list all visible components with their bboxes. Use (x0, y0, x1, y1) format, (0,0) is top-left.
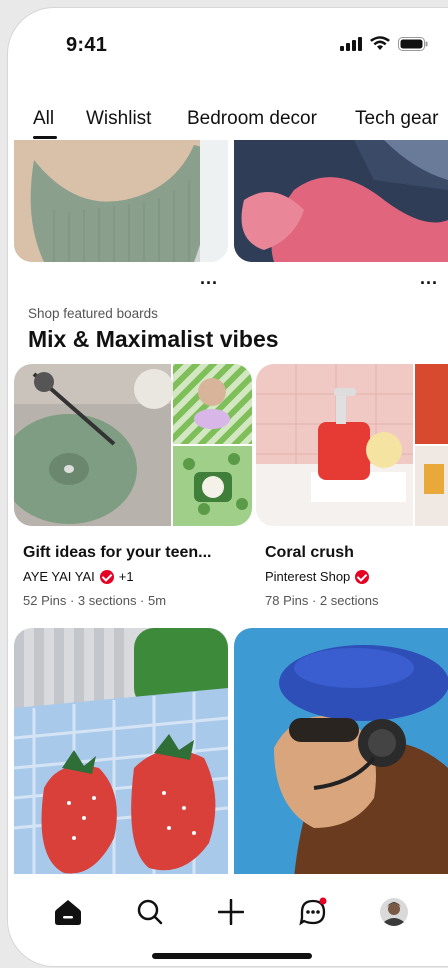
pin-image (234, 628, 448, 878)
pin-more-button-right[interactable]: ... (420, 268, 438, 289)
board-collage-image (256, 364, 448, 526)
status-icons (340, 36, 428, 51)
pin-headphones-portrait[interactable] (234, 628, 448, 878)
messages-icon[interactable] (293, 892, 333, 932)
owner-extra: +1 (118, 569, 134, 584)
battery-icon (398, 36, 428, 51)
board-title-coral-crush[interactable]: Coral crush (265, 544, 354, 562)
tab-active-indicator (33, 136, 57, 139)
pin-image (234, 140, 448, 262)
signal-icon (340, 36, 362, 51)
owner-name: AYE YAI YAI (23, 569, 95, 584)
pin-pink-sweater[interactable] (234, 140, 448, 262)
avatar[interactable] (374, 892, 414, 932)
tab-bedroom-decor[interactable]: Bedroom decor (187, 108, 317, 130)
board-collage-coral-crush[interactable] (256, 364, 448, 526)
profile-avatar-icon (380, 898, 408, 926)
section-label: Shop featured boards (28, 306, 158, 321)
verified-badge-icon (99, 569, 114, 584)
board-owner-aye-yai-yai[interactable]: AYE YAI YAI +1 (23, 569, 134, 584)
home-indicator (152, 953, 312, 959)
verified-badge-icon (355, 569, 370, 584)
tab-tech-gear[interactable]: Tech gear (355, 108, 438, 130)
board-meta-coral-crush: 78 Pins · 2 sections (265, 593, 379, 608)
board-collage-gift-ideas[interactable] (14, 364, 252, 526)
board-title-gift-ideas[interactable]: Gift ideas for your teen... (23, 544, 211, 562)
pin-strawberry-pouch[interactable] (14, 628, 228, 878)
search-icon[interactable] (130, 892, 170, 932)
home-icon (55, 900, 81, 925)
wifi-icon (370, 36, 390, 50)
messages-icon (299, 897, 327, 926)
board-collage-image (14, 364, 252, 526)
phone-screen: 9:41 All Wishlist Bedroom decor Tech gea… (8, 8, 448, 966)
pin-image (14, 628, 228, 878)
tab-wishlist[interactable]: Wishlist (86, 108, 151, 130)
status-bar: 9:41 (8, 8, 448, 78)
board-owner-pinterest-shop[interactable]: Pinterest Shop (265, 569, 370, 584)
pin-more-button-left[interactable]: ... (200, 268, 218, 289)
home-icon[interactable] (48, 892, 88, 932)
board-meta-gift-ideas: 52 Pins · 3 sections · 5m (23, 593, 167, 608)
pin-image (14, 140, 228, 262)
owner-name: Pinterest Shop (265, 569, 351, 584)
pin-green-tank-top[interactable] (14, 140, 228, 262)
plus-icon[interactable] (211, 892, 251, 932)
search-icon (137, 899, 163, 925)
plus-icon (218, 899, 244, 925)
status-time: 9:41 (66, 34, 108, 56)
tab-all[interactable]: All (33, 108, 54, 130)
section-title: Mix & Maximalist vibes (28, 326, 279, 352)
